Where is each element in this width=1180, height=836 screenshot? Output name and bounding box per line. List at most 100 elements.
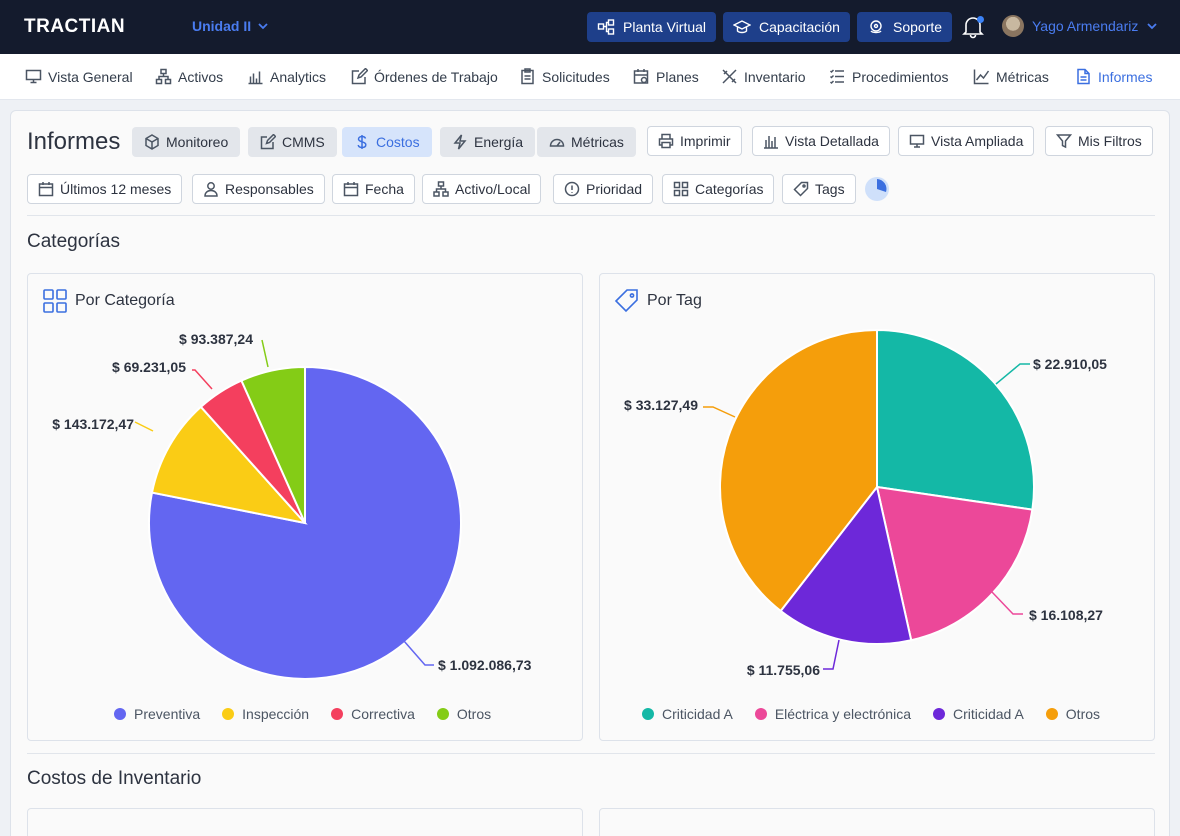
- legend-item[interactable]: Criticidad A: [642, 706, 733, 722]
- nav-label: Solicitudes: [542, 68, 610, 85]
- tab-label: CMMS: [282, 134, 325, 150]
- nav-activos[interactable]: Activos: [155, 68, 223, 85]
- tab-metricas[interactable]: Métricas: [537, 127, 636, 157]
- filter-tags[interactable]: Tags: [782, 174, 856, 204]
- legend-item[interactable]: Otros: [436, 706, 491, 722]
- planta-virtual-button[interactable]: Planta Virtual: [587, 12, 717, 42]
- inventory-card-right: [599, 808, 1155, 836]
- legend-label: Eléctrica y electrónica: [774, 706, 911, 722]
- chevron-down-icon: [1147, 23, 1157, 30]
- label-leader-line: [995, 363, 1030, 385]
- unit-selector[interactable]: Unidad II: [192, 18, 269, 34]
- legend-swatch: [114, 708, 126, 720]
- filter-label: Fecha: [365, 181, 404, 197]
- pie-chart-por-tag: $ 22.910,05 $ 16.108,27 $ 11.755,06 $ 33.12…: [624, 328, 1107, 678]
- legend-label: Criticidad A: [662, 706, 733, 722]
- nav-label: Planes: [656, 68, 699, 85]
- filter-fecha[interactable]: Fecha: [332, 174, 415, 204]
- notifications-button[interactable]: [960, 14, 986, 40]
- nav-inventario[interactable]: Inventario: [721, 68, 805, 85]
- data-label: $ 33.127,49: [624, 397, 698, 413]
- planta-virtual-label: Planta Virtual: [623, 19, 707, 35]
- filter-label: Categorías: [695, 181, 764, 197]
- legend-item[interactable]: Correctiva: [331, 706, 415, 722]
- tab-energia[interactable]: Energía: [440, 127, 536, 157]
- filter-periodo[interactable]: Últimos 12 meses: [27, 174, 183, 204]
- label-leader-line: [134, 421, 154, 432]
- nav-label: Informes: [1098, 68, 1153, 85]
- filter-label: Prioridad: [586, 181, 643, 197]
- tab-label: Métricas: [571, 134, 624, 150]
- tab-label: Energía: [474, 134, 524, 150]
- label-leader-line: [703, 406, 736, 418]
- clipboard-icon: [521, 68, 534, 85]
- filter-categorias[interactable]: Categorías: [662, 174, 775, 204]
- legend-label: Inspección: [242, 706, 310, 722]
- legend-item[interactable]: Preventiva: [114, 706, 200, 722]
- tab-cmms[interactable]: CMMS: [248, 127, 337, 157]
- legend-swatch: [222, 708, 235, 720]
- mis-filtros-button[interactable]: Mis Filtros: [1045, 126, 1153, 156]
- nav-informes[interactable]: Informes: [1075, 68, 1152, 85]
- chart-view-toggle[interactable]: [865, 177, 889, 201]
- legend-swatch: [1045, 708, 1058, 720]
- nav-label: Vista General: [48, 68, 133, 85]
- filter-label: Últimos 12 meses: [60, 181, 172, 197]
- nav-metricas[interactable]: Métricas: [973, 68, 1049, 85]
- legend-swatch: [436, 708, 449, 720]
- label-leader-line: [991, 591, 1023, 615]
- chevron-down-icon: [258, 23, 268, 30]
- legend-swatch: [331, 708, 344, 720]
- nav-ordenes-trabajo[interactable]: Órdenes de Trabajo: [351, 68, 498, 85]
- vista-detallada-button[interactable]: Vista Detallada: [752, 126, 890, 156]
- legend-item[interactable]: Criticidad A: [932, 706, 1024, 722]
- soporte-label: Soporte: [893, 19, 943, 35]
- data-label: $ 16.108,27: [1029, 607, 1103, 623]
- user-menu[interactable]: Yago Armendariz: [1002, 15, 1158, 37]
- tools-icon: [722, 69, 737, 84]
- nav-planes[interactable]: Planes: [633, 68, 699, 85]
- legend-swatch: [642, 708, 654, 720]
- checklist-icon: [829, 69, 844, 85]
- filter-activo-local[interactable]: Activo/Local: [422, 174, 542, 204]
- headset-icon: [870, 20, 882, 34]
- filter-label: Tags: [815, 181, 845, 197]
- capacitacion-button[interactable]: Capacitación: [723, 12, 850, 42]
- legend-item[interactable]: Eléctrica y electrónica: [754, 706, 911, 722]
- bar-chart-icon: [764, 136, 778, 149]
- legend-item[interactable]: Otros: [1045, 706, 1100, 722]
- legend-item[interactable]: Inspección: [222, 706, 309, 722]
- avatar: [1002, 15, 1024, 37]
- unit-label: Unidad II: [192, 18, 252, 34]
- printer-icon: [658, 133, 674, 149]
- tab-monitoreo[interactable]: Monitoreo: [132, 127, 241, 157]
- imprimir-button[interactable]: Imprimir: [647, 126, 742, 156]
- button-label: Vista Detallada: [785, 133, 879, 149]
- vista-ampliada-button[interactable]: Vista Ampliada: [898, 126, 1035, 156]
- nav-procedimientos[interactable]: Procedimientos: [829, 68, 949, 85]
- lightning-icon: [453, 134, 467, 150]
- tab-label: Costos: [376, 134, 420, 150]
- nav-solicitudes[interactable]: Solicitudes: [519, 68, 610, 85]
- tab-costos[interactable]: Costos: [342, 127, 432, 157]
- filter-prioridad[interactable]: Prioridad: [553, 174, 654, 204]
- section-title-categorias: Categorías: [27, 231, 120, 252]
- legend-label: Criticidad A: [952, 706, 1024, 722]
- pie-slice[interactable]: [876, 328, 1035, 511]
- chart-card-por-tag: Por Tag $ 22.910,05 $ 16.108,27 $ 11.755,0…: [599, 273, 1155, 741]
- filter-responsables[interactable]: Responsables: [192, 174, 325, 204]
- legend-label: Correctiva: [351, 706, 415, 722]
- filter-label: Activo/Local: [455, 181, 531, 197]
- soporte-button[interactable]: Soporte: [857, 12, 953, 42]
- tractian-logo[interactable]: TRACTIAN: [24, 16, 125, 38]
- label-leader-line: [403, 640, 434, 666]
- document-icon: [1077, 68, 1090, 85]
- dollar-icon: [357, 135, 367, 149]
- divider: [27, 753, 1155, 754]
- data-label: $ 1.092.086,73: [438, 657, 532, 673]
- nav-analytics[interactable]: Analytics: [247, 68, 326, 85]
- line-chart-icon: [973, 69, 990, 85]
- nav-vista-general[interactable]: Vista General: [25, 68, 133, 85]
- nav-label: Métricas: [996, 68, 1049, 85]
- data-label: $ 69.231,05: [112, 359, 186, 375]
